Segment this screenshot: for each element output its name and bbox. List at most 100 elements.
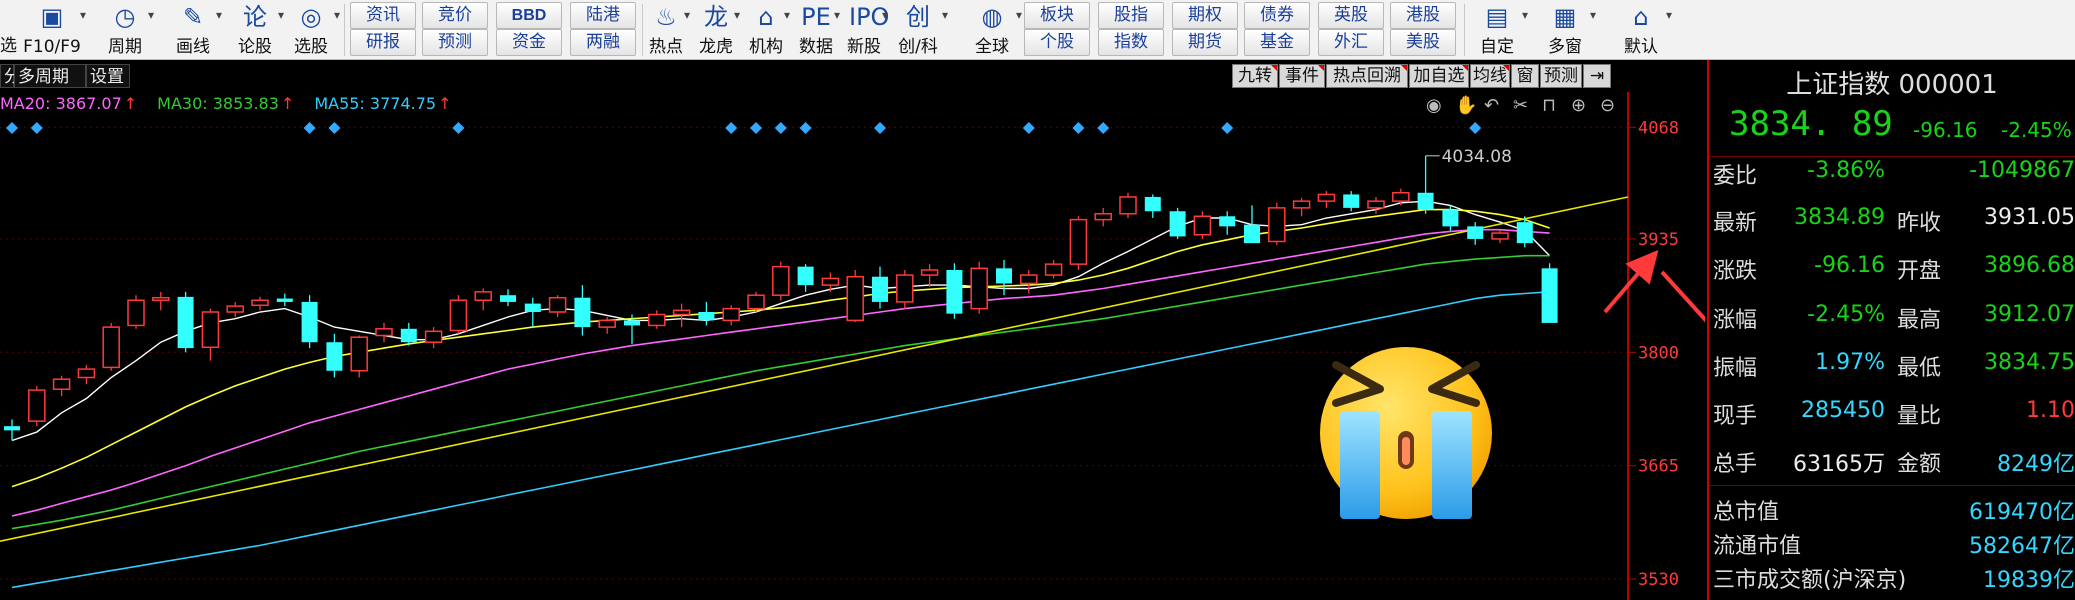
toolbar-multiwindow-button[interactable]: ▦ ▾ 多窗: [1534, 0, 1596, 60]
toolbar-btn-7[interactable]: 两融: [570, 29, 636, 56]
toolbar-btn-market-3[interactable]: 指数: [1098, 29, 1164, 56]
chart-tool-tab-7[interactable]: ⇥: [1583, 64, 1611, 88]
toolbar-btn-5[interactable]: 资金: [496, 29, 562, 56]
toolbar-btn-2[interactable]: 竞价: [422, 2, 488, 29]
candle: [326, 333, 343, 378]
chart-tool-tab-4[interactable]: 均线: [1470, 64, 1510, 88]
event-marker-icon: [6, 122, 18, 134]
candle-body-down: [1244, 224, 1260, 244]
candle-body-down: [996, 268, 1012, 284]
toolbar-btn-market-9[interactable]: 外汇: [1318, 29, 1384, 56]
quote-label: 量比: [1897, 404, 1942, 429]
chevron-down-icon: ▾: [215, 8, 222, 22]
lock-icon[interactable]: ⊓: [1542, 95, 1556, 116]
candle: [1541, 263, 1558, 323]
candle-body-down: [1219, 216, 1236, 227]
chart-tab-2[interactable]: 设置: [86, 64, 130, 88]
toolbar-discuss-button[interactable]: 论 ▾ 论股: [226, 0, 284, 60]
candle-body-up: [1392, 192, 1410, 202]
toolbar-chuang-button[interactable]: 创 ▾ 创/科: [888, 0, 948, 60]
undo-icon[interactable]: ↶: [1484, 95, 1499, 116]
toolbar-label: 新股: [847, 37, 881, 57]
chart-tab-1[interactable]: 多周期: [14, 64, 86, 88]
toolbar-pe-button[interactable]: PE ▾ 数据: [792, 0, 840, 60]
toolbar-home-button[interactable]: ⌂ ▾ 默认: [1610, 0, 1672, 60]
chart-tool-tab-0[interactable]: 九转: [1232, 64, 1278, 88]
chevron-down-icon: ▾: [1665, 8, 1672, 22]
hand-icon[interactable]: ✋: [1455, 95, 1477, 116]
candle: [127, 295, 145, 329]
candle-body-up: [152, 296, 170, 301]
chart-tool-tab-1[interactable]: 事件: [1279, 64, 1325, 88]
toolbar-btn-3[interactable]: 预测: [422, 29, 488, 56]
chevron-down-icon: ▾: [79, 8, 86, 22]
toolbar-magnifier-button[interactable]: ◎ ▾ 选股: [282, 0, 340, 60]
toolbar-clock-button[interactable]: ◷ ▾ 周期: [96, 0, 154, 60]
candle-body-up: [1317, 193, 1336, 202]
toolbar-btn-market-2[interactable]: 股指: [1098, 2, 1164, 29]
toolbar-label: 数据: [799, 37, 833, 57]
discuss-icon: 论: [243, 3, 267, 31]
toolbar-btn-1[interactable]: 研报: [350, 29, 416, 56]
toolbar-btn-market-1[interactable]: 个股: [1024, 29, 1090, 56]
toolbar-bank-button[interactable]: ⌂ ▾ 机构: [742, 0, 790, 60]
chart-tab-0[interactable]: 分: [0, 64, 21, 88]
toolbar-dragon-button[interactable]: 龙 ▾ 龙虎: [692, 0, 740, 60]
candle: [474, 288, 492, 311]
toolbar-btn-0[interactable]: 资讯: [350, 2, 416, 29]
chart-tool-tab-3[interactable]: 加自选: [1409, 64, 1469, 88]
toolbar-btn-4[interactable]: BBD: [496, 2, 562, 29]
chart-tool-tab-2[interactable]: 热点回溯: [1326, 64, 1408, 88]
toolbar-btn-6[interactable]: 陆港: [570, 2, 636, 29]
toolbar-globe-button[interactable]: ◍ ▾ 全球: [962, 0, 1022, 60]
toolbar-btn-market-7[interactable]: 基金: [1244, 29, 1310, 56]
toolbar-btn-market-4[interactable]: 期权: [1172, 2, 1238, 29]
toolbar-pen-button[interactable]: ✎ ▾ 画线: [164, 0, 222, 60]
panel-divider: [1709, 485, 2075, 486]
quote-label: 最新: [1713, 211, 1758, 236]
toolbar-hot-button[interactable]: ♨ ▾ 热点: [642, 0, 690, 60]
zoom-in-icon[interactable]: ⊕: [1571, 95, 1586, 116]
candle-body-down: [500, 295, 516, 302]
candle: [946, 263, 963, 319]
y-tick-label: 3935: [1638, 230, 1679, 250]
candle: [1144, 194, 1161, 218]
toolbar-custom-button[interactable]: ▤ ▾ 自定: [1466, 0, 1528, 60]
quote-value: 1.97%: [1815, 350, 1885, 375]
panel-divider: [1709, 156, 2075, 157]
quote-value: 3931.05: [1984, 205, 2075, 230]
candle: [1044, 259, 1063, 279]
panel-icon: ▣: [40, 3, 64, 31]
event-marker-icon: [1072, 122, 1085, 134]
y-tick-label: 3530: [1638, 570, 1679, 590]
candle: [996, 259, 1012, 296]
chevron-down-icon: ▾: [147, 8, 154, 22]
scissors-icon[interactable]: ✂: [1513, 95, 1528, 116]
candle-body-up: [1292, 200, 1311, 209]
candle-body-up: [821, 277, 840, 286]
toolbar-btn-market-10[interactable]: 港股: [1390, 2, 1456, 29]
quote-label: 涨幅: [1713, 308, 1758, 333]
candle: [747, 291, 765, 312]
quote-row: 最新 3834.89 昨收 3931.05: [1709, 205, 2075, 245]
eye-icon[interactable]: ◉: [1426, 95, 1442, 116]
candle-body-down: [1144, 196, 1161, 212]
zoom-out-icon[interactable]: ⊖: [1600, 95, 1615, 116]
toolbar-btn-market-0[interactable]: 板块: [1024, 2, 1090, 29]
chart-tool-tab-6[interactable]: 预测: [1540, 64, 1582, 88]
home-icon: ⌂: [1633, 3, 1649, 31]
toolbar-btn-market-5[interactable]: 期货: [1172, 29, 1238, 56]
toolbar-ipo-button[interactable]: IPO ▾ 新股: [840, 0, 889, 60]
toolbar-panel-button[interactable]: ▣ ▾ F10/F9: [18, 0, 86, 60]
toolbar-btn-market-6[interactable]: 债券: [1244, 2, 1310, 29]
candle-body-down: [1467, 226, 1484, 239]
candle: [548, 295, 567, 318]
event-marker-icon: [328, 122, 341, 134]
quote-value: -1049867: [1969, 158, 2075, 183]
candle-body-down: [177, 296, 194, 349]
event-marker-icon: [750, 122, 762, 134]
chart-tool-tab-5[interactable]: 窗: [1511, 64, 1539, 88]
quote-value: 8249亿: [1997, 452, 2075, 477]
toolbar-btn-market-8[interactable]: 英股: [1318, 2, 1384, 29]
toolbar-btn-market-11[interactable]: 美股: [1390, 29, 1456, 56]
